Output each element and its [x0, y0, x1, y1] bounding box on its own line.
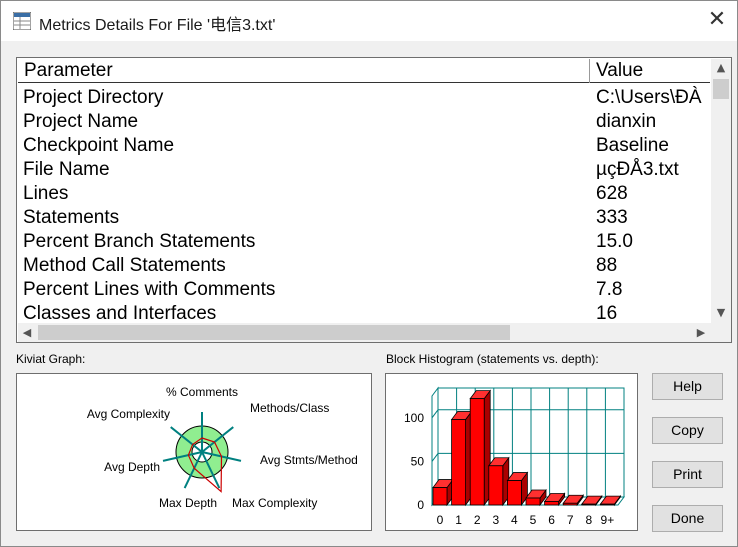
parameter-cell: Percent Branch Statements [23, 231, 256, 252]
print-button[interactable]: Print [652, 461, 723, 488]
scroll-right-icon[interactable]: ▶ [692, 323, 710, 342]
histogram-bar [451, 419, 466, 506]
value-cell: 628 [596, 183, 628, 204]
value-cell: 16 [596, 303, 618, 324]
parameter-cell: Checkpoint Name [23, 135, 175, 156]
histogram-bar [432, 487, 448, 506]
value-cell: 7.8 [596, 279, 623, 300]
metrics-table: Parameter Value Project Directory C:\User… [16, 57, 732, 343]
parameter-cell: Statements [23, 207, 120, 228]
table-body: Project Directory C:\Users\ĐÀ Project Name… [18, 86, 710, 324]
scroll-down-icon[interactable]: ▼ [711, 304, 731, 322]
block-histogram: 0 50 100 0 1 2 3 4 5 6 7 8 9+ [385, 373, 638, 531]
scrollbar-corner [711, 323, 731, 342]
parameter-cell: Lines [23, 183, 69, 204]
done-button[interactable]: Done [652, 505, 723, 532]
histogram-bar [525, 497, 541, 506]
scroll-up-icon[interactable]: ▲ [711, 59, 731, 77]
histogram-bar [581, 503, 597, 506]
y-tick-label: 0 [417, 498, 424, 512]
kiviat-axis-label: Max Depth [159, 496, 217, 510]
table-row[interactable]: Percent Branch Statements 15.0 [18, 230, 710, 254]
column-header-value[interactable]: Value [590, 59, 710, 83]
value-cell: dianxin [596, 111, 657, 132]
help-button[interactable]: Help [652, 373, 723, 400]
histogram-bar [544, 501, 560, 506]
vertical-scrollbar[interactable]: ▲ ▼ [711, 59, 731, 323]
horizontal-scroll-thumb[interactable] [38, 325, 510, 340]
kiviat-axis-label: Avg Depth [104, 460, 160, 474]
value-cell: C:\Users\ĐÀ [596, 87, 702, 108]
table-header: Parameter Value [18, 59, 710, 83]
histogram-bar [507, 480, 522, 506]
table-row[interactable]: Checkpoint Name Baseline [18, 134, 710, 158]
grid-icon [13, 12, 31, 30]
parameter-cell: Classes and Interfaces [23, 303, 217, 324]
histogram-bar [469, 398, 485, 506]
x-tick-label: 4 [511, 513, 518, 527]
title-bar: Metrics Details For File '电信3.txt' ✕ [1, 1, 737, 41]
y-tick-label: 50 [411, 454, 425, 468]
table-row[interactable]: Method Call Statements 88 [18, 254, 710, 278]
value-cell: 333 [596, 207, 628, 228]
table-row[interactable]: Classes and Interfaces 16 [18, 302, 710, 324]
metrics-dialog: Metrics Details For File '电信3.txt' ✕ Par… [0, 0, 738, 547]
x-tick-label: 7 [567, 513, 574, 527]
vertical-scroll-thumb[interactable] [713, 79, 729, 99]
column-header-parameter[interactable]: Parameter [18, 59, 590, 83]
x-tick-label: 0 [437, 513, 444, 527]
x-tick-label: 6 [548, 513, 555, 527]
window-title: Metrics Details For File '电信3.txt' [39, 17, 276, 34]
table-row[interactable]: Lines 628 [18, 182, 710, 206]
value-cell: Baseline [596, 135, 669, 156]
x-tick-label: 9+ [601, 513, 615, 527]
x-tick-label: 2 [474, 513, 481, 527]
parameter-cell: File Name [23, 159, 110, 180]
close-icon: ✕ [707, 7, 727, 32]
kiviat-graph-label: Kiviat Graph: [16, 352, 86, 366]
kiviat-axis-label: Methods/Class [250, 401, 329, 415]
close-button[interactable]: ✕ [697, 1, 737, 41]
scroll-left-icon[interactable]: ◀ [18, 323, 36, 342]
parameter-cell: Project Directory [23, 87, 164, 108]
table-row[interactable]: File Name µçĐÅ3.txt [18, 158, 710, 182]
x-tick-label: 3 [492, 513, 499, 527]
histogram-bar [562, 502, 578, 506]
table-row[interactable]: Statements 333 [18, 206, 710, 230]
parameter-cell: Method Call Statements [23, 255, 226, 276]
histogram-bar [488, 465, 504, 506]
parameter-cell: Project Name [23, 111, 139, 132]
kiviat-axis-label: Max Complexity [232, 496, 317, 510]
kiviat-axis-label: Avg Stmts/Method [260, 453, 358, 467]
table-row[interactable]: Project Directory C:\Users\ĐÀ [18, 86, 710, 110]
kiviat-axis-label: % Comments [166, 385, 238, 399]
table-row[interactable]: Project Name dianxin [18, 110, 710, 134]
copy-button[interactable]: Copy [652, 417, 723, 444]
kiviat-graph: % Comments Methods/Class Avg Stmts/Method M… [16, 373, 372, 531]
histogram-canvas: 0501000 1 2 3 4 5 6 7 8 9+ [404, 386, 625, 527]
kiviat-axis-label: Avg Complexity [87, 407, 170, 421]
table-row[interactable]: Percent Lines with Comments 7.8 [18, 278, 710, 302]
y-tick-label: 100 [404, 411, 424, 425]
value-cell: µçĐÅ3.txt [596, 159, 679, 180]
block-histogram-label: Block Histogram (statements vs. depth): [386, 352, 599, 366]
x-tick-label: 5 [530, 513, 537, 527]
x-tick-label: 8 [585, 513, 592, 527]
value-cell: 88 [596, 255, 618, 276]
histogram-bar [599, 503, 615, 506]
x-tick-label: 1 [455, 513, 462, 527]
kiviat-graph-canvas: % Comments Methods/Class Avg Stmts/Method M… [87, 385, 358, 510]
horizontal-scrollbar[interactable]: ◀ ▶ [18, 323, 711, 342]
parameter-cell: Percent Lines with Comments [23, 279, 276, 300]
value-cell: 15.0 [596, 231, 633, 252]
